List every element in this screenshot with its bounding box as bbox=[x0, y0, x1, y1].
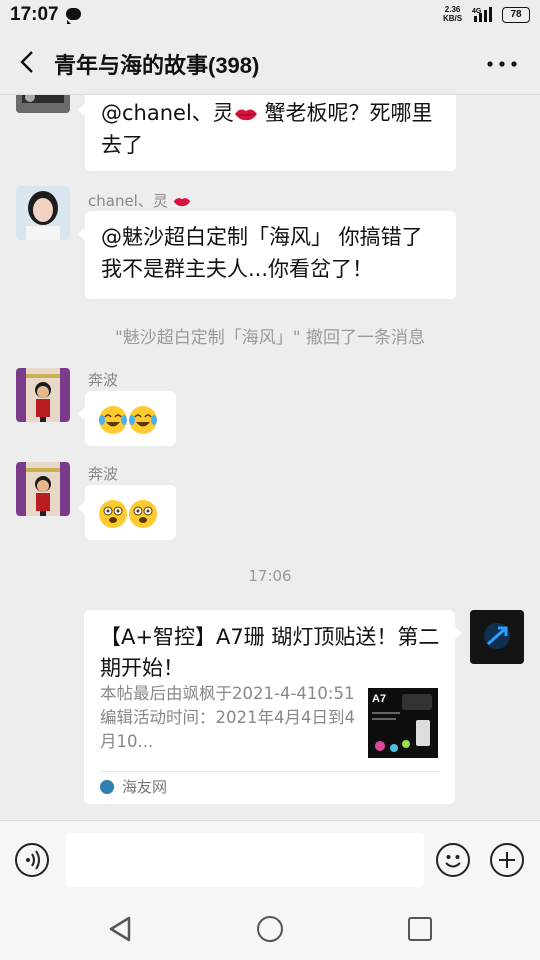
lips-emoji-icon bbox=[173, 198, 190, 207]
avatar[interactable] bbox=[16, 95, 70, 113]
message-list[interactable]: @chanel、灵 蟹老板呢？死哪里去了 chanel、灵 @魅沙超白定制「海风… bbox=[0, 95, 540, 820]
laughing-crying-emoji-icon bbox=[99, 406, 127, 434]
battery-level: 78 bbox=[510, 9, 522, 20]
lips-emoji-icon bbox=[234, 109, 257, 121]
plus-icon[interactable] bbox=[490, 843, 524, 877]
message-bubble[interactable] bbox=[78, 391, 176, 446]
network-speed-unit: KB/S bbox=[443, 14, 463, 23]
status-bar: 17:07 2.36 KB/S 4G 78 bbox=[0, 0, 540, 30]
emoji-icon[interactable] bbox=[436, 843, 470, 877]
network-speed: 2.36 KB/S bbox=[443, 5, 462, 23]
link-card-title: 【A+智控】A7珊 瑚灯顶贴送！第二期开始！ bbox=[100, 625, 440, 680]
avatar[interactable] bbox=[16, 186, 70, 240]
status-time: 17:07 bbox=[10, 4, 59, 25]
laughing-crying-emoji-icon bbox=[129, 406, 157, 434]
link-card-source: 海友网 bbox=[122, 778, 168, 796]
my-avatar[interactable] bbox=[470, 610, 524, 664]
voice-icon[interactable] bbox=[15, 843, 49, 877]
recall-notice: "魅沙超白定制「海风」" 撤回了一条消息 bbox=[114, 328, 426, 348]
nav-back-icon[interactable] bbox=[108, 916, 132, 942]
surprised-emoji-icon bbox=[129, 500, 157, 528]
surprised-emoji-icon bbox=[99, 500, 127, 528]
message-bubble[interactable]: @魅沙超白定制「海风」 你搞错了我不是群主夫人...你看岔了！ bbox=[78, 211, 456, 299]
message-input[interactable] bbox=[66, 833, 424, 887]
chat-header: 青年与海的故事(398) bbox=[0, 30, 540, 95]
message-text: @魅沙超白定制「海风」 你搞错了我不是群主夫人...你看岔了！ bbox=[101, 225, 423, 281]
link-card-thumbnail: A7 bbox=[368, 688, 438, 758]
sender-name: chanel、灵 bbox=[88, 190, 191, 211]
source-logo-icon bbox=[100, 780, 114, 794]
more-icon[interactable] bbox=[486, 60, 518, 68]
chat-title: 青年与海的故事(398) bbox=[54, 53, 260, 78]
link-card[interactable]: 【A+智控】A7珊 瑚灯顶贴送！第二期开始！ 本帖最后由飒枫于2021-4-41… bbox=[84, 610, 462, 804]
avatar[interactable] bbox=[16, 368, 70, 422]
avatar[interactable] bbox=[16, 462, 70, 516]
thumbnail-text: A7 bbox=[372, 693, 386, 705]
nav-recent-icon[interactable] bbox=[408, 917, 432, 941]
message-text: @chanel、灵 bbox=[101, 101, 234, 125]
sender-name: 奔波 bbox=[88, 371, 119, 389]
battery-icon: 78 bbox=[502, 7, 530, 23]
network-speed-value: 2.36 bbox=[444, 5, 461, 14]
message-bubble[interactable]: @chanel、灵 蟹老板呢？死哪里去了 bbox=[78, 95, 456, 171]
sender-name: 奔波 bbox=[88, 465, 119, 483]
message-timestamp: 17:06 bbox=[248, 567, 292, 585]
chat-notification-icon bbox=[66, 8, 81, 24]
nav-home-icon[interactable] bbox=[257, 916, 283, 942]
signal-icon: 4G bbox=[472, 7, 492, 22]
input-bar bbox=[0, 820, 540, 901]
system-navigation-bar bbox=[0, 900, 540, 960]
back-icon[interactable] bbox=[16, 50, 40, 74]
message-bubble[interactable] bbox=[78, 485, 176, 540]
link-card-description: 本帖最后由飒枫于2021-4-410:51编辑活动时间：2021年4月4日到4月… bbox=[100, 684, 355, 751]
divider bbox=[100, 771, 440, 772]
